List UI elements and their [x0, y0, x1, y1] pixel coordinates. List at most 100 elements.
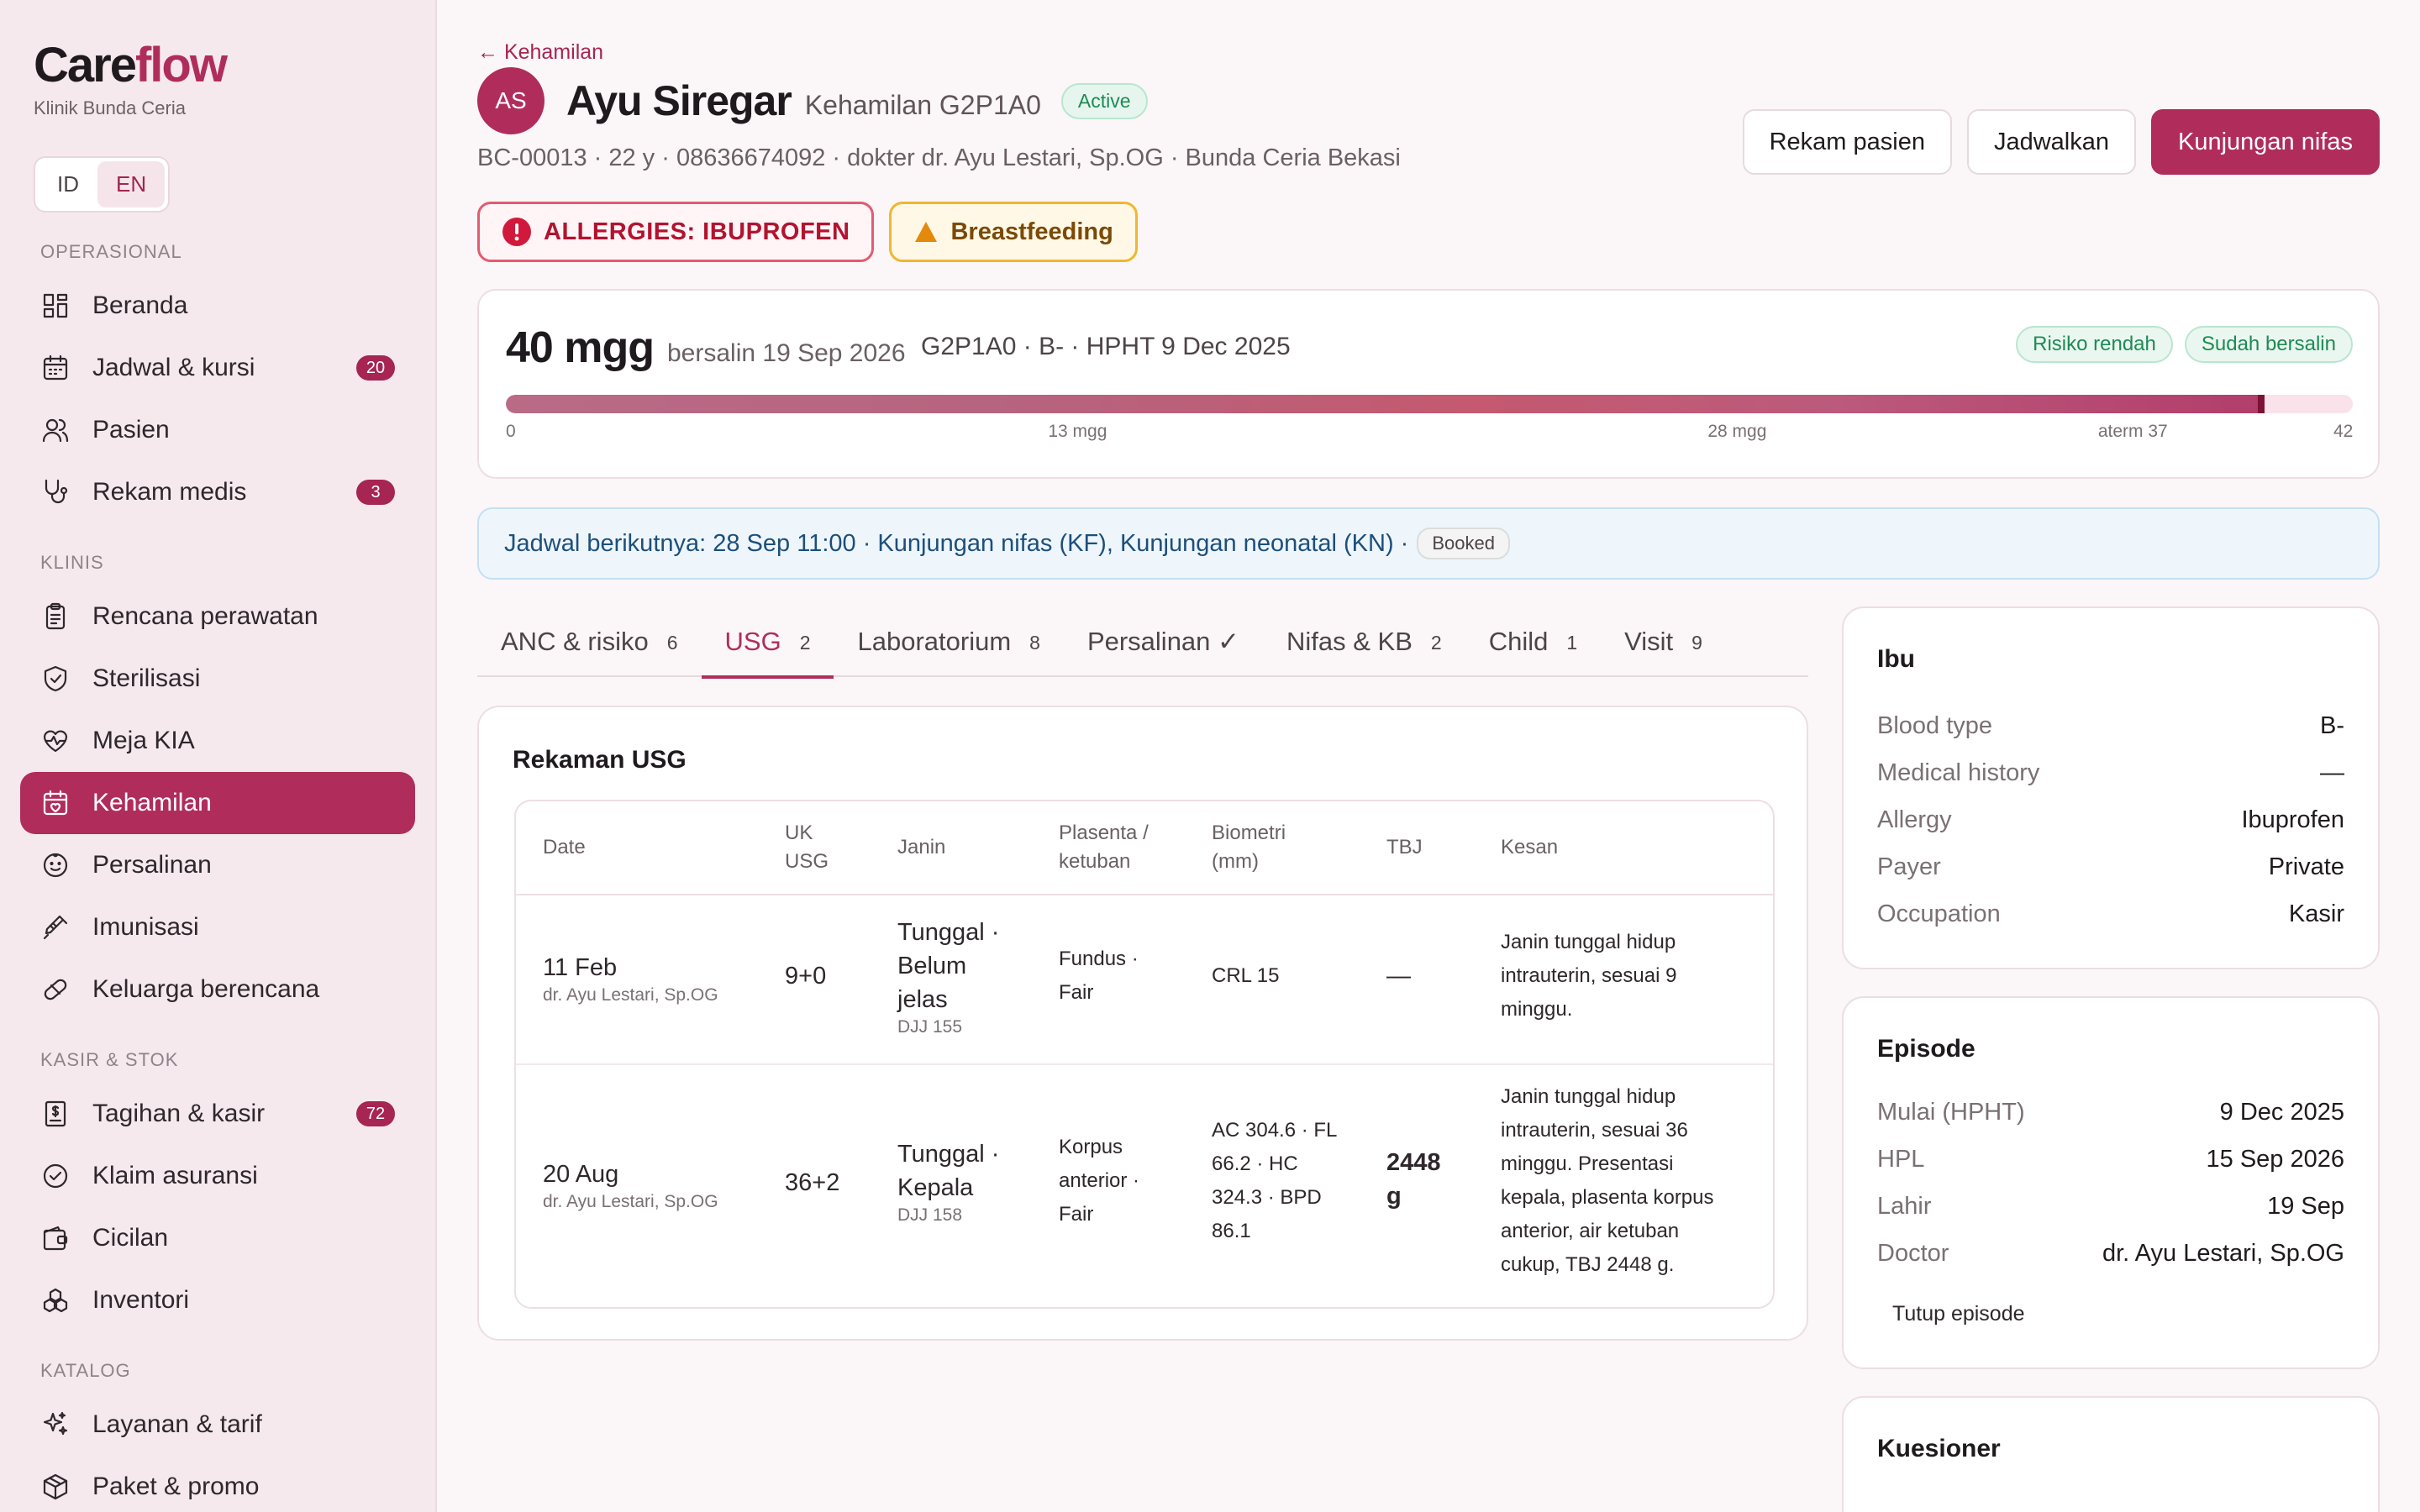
brand-logo[interactable]: Careflow [34, 37, 415, 94]
sidebar-item-sterilisasi[interactable]: Sterilisasi [20, 648, 415, 710]
allergy-alert: ALLERGIES: IBUPROFEN [477, 202, 875, 262]
row-tbj: 2448 g [1386, 1149, 1441, 1210]
patient-header: AS Ayu Siregar Kehamilan G2P1A0 Active [477, 67, 1148, 134]
info-key: Payer [1877, 853, 1941, 880]
info-row: Allergy Ibuprofen [1877, 806, 2344, 834]
tab-label: Nifas & KB [1286, 627, 1413, 656]
sidebar-item-label: Persalinan [92, 851, 212, 879]
sidebar-item-kehamilan[interactable]: Kehamilan [20, 772, 415, 834]
tab-count: 6 [666, 632, 678, 654]
row-divider [516, 1063, 1773, 1065]
next-appointment-banner[interactable]: Jadwal berikutnya: 28 Sep 11:00 · Kunjun… [477, 507, 2380, 580]
close-episode-button[interactable]: Tutup episode [1892, 1302, 2025, 1326]
pregnancy-code: Kehamilan G2P1A0 [804, 89, 1041, 120]
wallet-icon [40, 1223, 71, 1253]
row-uk: 9+0 [785, 963, 827, 990]
sparkles-icon [40, 1410, 71, 1440]
info-row: Mulai (HPHT) 9 Dec 2025 [1877, 1099, 2344, 1126]
patient-meta: BC-00013 · 22 y · 08636674092 · dokter d… [477, 144, 1401, 171]
progress-tick-label: 0 [506, 422, 516, 441]
count-badge: 72 [356, 1101, 395, 1126]
tab-count: 8 [1029, 632, 1040, 654]
tab-nifas-kb[interactable]: Nifas & KB 2 [1263, 613, 1465, 677]
info-key: Blood type [1877, 712, 1993, 739]
count-badge: 3 [356, 480, 395, 505]
info-row: Doctor dr. Ayu Lestari, Sp.OG [1877, 1240, 2344, 1268]
usg-title: Rekaman USG [513, 746, 687, 774]
sidebar-item-meja-kia[interactable]: Meja KIA [20, 710, 415, 772]
questionnaire-title: Kuesioner [1877, 1435, 2001, 1462]
check-circle-icon [40, 1161, 71, 1191]
usg-table: Date UK USG Janin Plasenta / ketuban Biome… [514, 800, 1775, 1309]
sidebar-item-label: Imunisasi [92, 913, 199, 941]
tab-label: USG [724, 627, 781, 656]
sidebar-nav: OPERASIONAL Beranda Jadwal & kursi 20 Pasien… [20, 241, 415, 1512]
users-icon [40, 415, 71, 445]
sidebar-item-beranda[interactable]: Beranda [20, 275, 415, 337]
tab-laboratorium[interactable]: Laboratorium 8 [834, 613, 1063, 677]
back-link[interactable]: ← Kehamilan [477, 40, 603, 65]
record-patient-button[interactable]: Rekam pasien [1742, 109, 1952, 175]
sidebar-item-cicilan[interactable]: Cicilan [20, 1207, 415, 1269]
row-plasenta: Korpus anterior · Fair [1059, 1136, 1140, 1226]
tab-label: Visit [1624, 627, 1674, 656]
schedule-button[interactable]: Jadwalkan [1966, 109, 2136, 175]
alert-row: ALLERGIES: IBUPROFEN Breastfeeding [477, 202, 1138, 262]
lang-id-button[interactable]: ID [39, 161, 97, 207]
nav-section-title: KASIR & STOK [40, 1049, 179, 1070]
header-actions: Rekam pasien Jadwalkan Kunjungan nifas [1742, 109, 2380, 175]
row-biometri: CRL 15 [1212, 964, 1280, 987]
tab-child[interactable]: Child 1 [1465, 613, 1601, 677]
info-row: Lahir 19 Sep [1877, 1193, 2344, 1221]
sidebar-item-imunisasi[interactable]: Imunisasi [20, 896, 415, 958]
sidebar-item-label: Kehamilan [92, 789, 212, 816]
sidebar-item-rekam-medis[interactable]: Rekam medis 3 [20, 461, 415, 523]
calendar-heart-icon [40, 788, 71, 818]
questionnaire-card: Kuesioner [1842, 1396, 2380, 1512]
sidebar-item-tagihan-kasir[interactable]: Tagihan & kasir 72 [20, 1083, 415, 1145]
sidebar-item-klaim-asuransi[interactable]: Klaim asuransi [20, 1145, 415, 1207]
delivery-date: bersalin 19 Sep 2026 [667, 339, 906, 367]
sidebar-item-label: Cicilan [92, 1224, 169, 1252]
sidebar-item-persalinan[interactable]: Persalinan [20, 834, 415, 896]
info-value: Kasir [2288, 900, 2344, 927]
info-key: Medical history [1877, 759, 2040, 786]
sidebar-item-label: Keluarga berencana [92, 975, 320, 1003]
sidebar-item-pasien[interactable]: Pasien [20, 399, 415, 461]
sidebar-item-rencana-perawatan[interactable]: Rencana perawatan [20, 585, 415, 648]
tab-persalinan[interactable]: Persalinan ✓ [1064, 613, 1263, 677]
pregnancy-progress-bar [506, 395, 2353, 413]
row-biometri: AC 304.6 · FL 66.2 · HC 324.3 · BPD 86.1 [1212, 1119, 1338, 1242]
sidebar: Careflow Klinik Bunda Ceria ID EN OPERAS… [0, 0, 437, 1512]
tab-visit[interactable]: Visit 9 [1601, 613, 1726, 677]
sidebar-item-paket-promo[interactable]: Paket & promo [20, 1456, 415, 1512]
sidebar-item-layanan-tarif[interactable]: Layanan & tarif [20, 1394, 415, 1456]
heart-pulse-icon [40, 726, 71, 756]
tab-label: Laboratorium [857, 627, 1012, 656]
mother-card: Ibu Blood type B- Medical history — Allergy I… [1842, 606, 2380, 969]
nav-section-title: KATALOG [40, 1360, 131, 1381]
sidebar-item-jadwal-kursi[interactable]: Jadwal & kursi 20 [20, 337, 415, 399]
tab-label: ANC & risiko [501, 627, 649, 656]
stethoscope-icon [40, 477, 71, 507]
next-appointment-text: Jadwal berikutnya: 28 Sep 11:00 · Kunjun… [504, 529, 1409, 557]
sidebar-item-label: Rekam medis [92, 478, 247, 506]
alert-circle-icon [502, 217, 532, 247]
sidebar-item-inventori[interactable]: Inventori [20, 1269, 415, 1331]
sidebar-item-keluarga-berencana[interactable]: Keluarga berencana [20, 958, 415, 1021]
tab-anc-risiko[interactable]: ANC & risiko 6 [477, 613, 702, 677]
sidebar-item-label: Pasien [92, 416, 170, 444]
tab-count: 2 [1430, 632, 1442, 654]
lang-en-button[interactable]: EN [97, 161, 166, 207]
obstetric-info: G2P1A0 · B- · HPHT 9 Dec 2025 [921, 333, 1291, 360]
postnatal-visit-button[interactable]: Kunjungan nifas [2151, 109, 2380, 175]
row-janin: Tunggal · Belum jelas DJJ 155 [897, 919, 1000, 1037]
row-date: 11 Feb dr. Ayu Lestari, Sp.OG [543, 954, 718, 1005]
th-kesan: Kesan [1501, 836, 1559, 858]
tab-usg[interactable]: USG 2 [701, 613, 834, 679]
risk-low-tag: Risiko rendah [2016, 326, 2173, 363]
avatar: AS [477, 67, 544, 134]
info-key: Lahir [1877, 1193, 1932, 1220]
pill-icon [40, 974, 71, 1005]
mother-title: Ibu [1877, 645, 1915, 673]
